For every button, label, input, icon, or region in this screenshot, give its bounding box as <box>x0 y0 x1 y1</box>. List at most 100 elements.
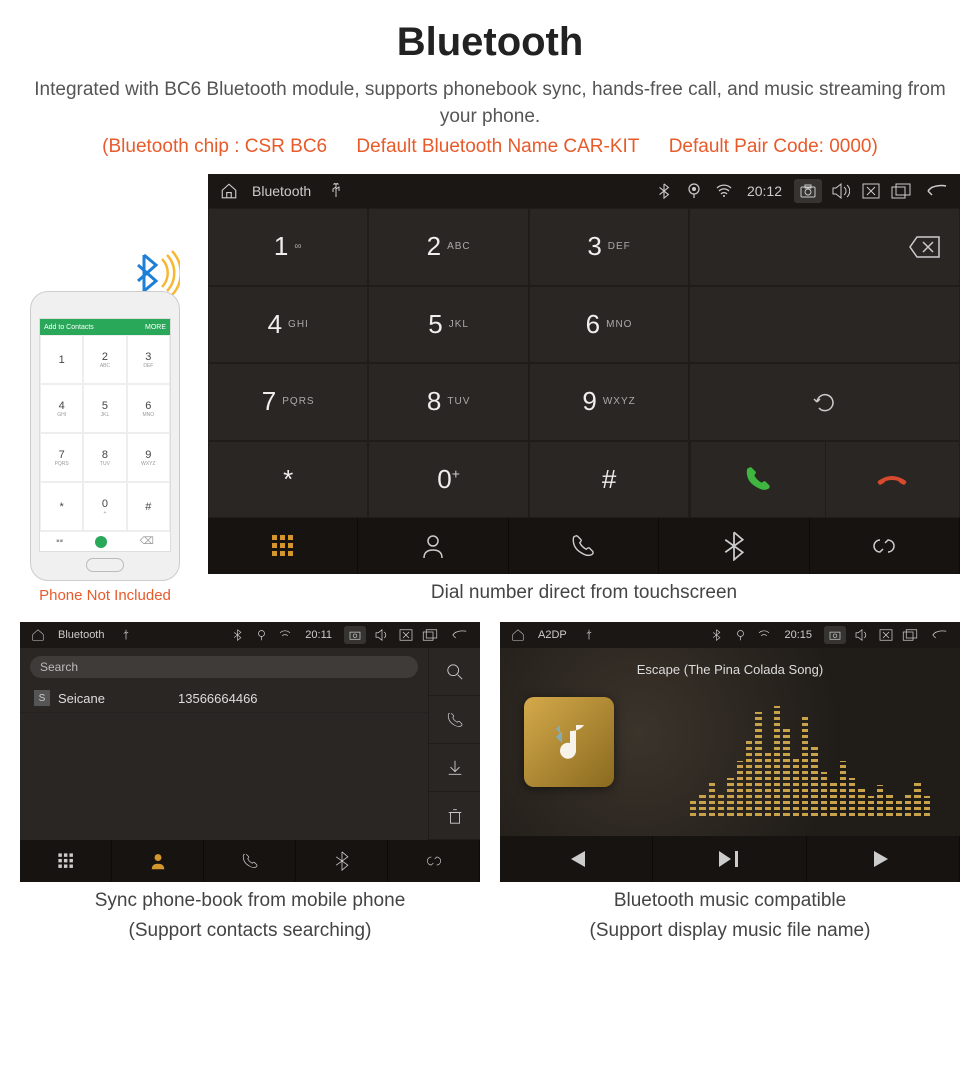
phone-video-icon: ▪▪ <box>56 536 63 547</box>
dialer-key-2[interactable]: 2ABC <box>368 208 528 286</box>
usb-icon <box>325 180 347 202</box>
wifi-icon <box>277 627 293 643</box>
recent-apps-icon[interactable] <box>902 627 918 643</box>
backspace-icon[interactable] <box>909 236 941 258</box>
dialer-key-#[interactable]: # <box>529 441 689 519</box>
phone-key: 8TUV <box>83 433 126 482</box>
hangup-button[interactable] <box>825 442 959 518</box>
phone-key: 1 <box>40 335 83 384</box>
statusbar-time: 20:11 <box>305 629 332 641</box>
dialer-key-8[interactable]: 8TUV <box>368 363 528 441</box>
dialer-key-0[interactable]: 0+ <box>368 441 528 519</box>
location-icon <box>253 627 269 643</box>
bt-specs: (Bluetooth chip : CSR BC6 Default Blueto… <box>20 136 960 158</box>
music-screen: A2DP 20:15 Escape (The Pina Colada Song) <box>500 622 960 882</box>
phone-call-icon <box>95 536 107 548</box>
screenshot-icon[interactable] <box>824 626 846 644</box>
close-app-icon[interactable] <box>860 180 882 202</box>
tab-contacts[interactable] <box>358 518 508 574</box>
contact-name: Seicane <box>58 691 178 706</box>
delete-icon[interactable] <box>429 792 480 840</box>
bluetooth-status-icon <box>229 627 245 643</box>
dialer-caption: Dial number direct from touchscreen <box>208 582 960 604</box>
phone-key: 3DEF <box>127 335 170 384</box>
spec-name: Default Bluetooth Name CAR-KIT <box>356 136 639 157</box>
tab-contacts[interactable] <box>112 840 204 882</box>
search-input[interactable]: Search <box>30 656 418 678</box>
tab-dialpad[interactable] <box>20 840 112 882</box>
statusbar-title: A2DP <box>538 629 567 641</box>
tab-pair[interactable] <box>810 518 960 574</box>
music-caption-2: (Support display music file name) <box>500 920 960 942</box>
screenshot-icon[interactable] <box>794 179 822 203</box>
volume-icon[interactable] <box>830 180 852 202</box>
recent-apps-icon[interactable] <box>422 627 438 643</box>
play-pause-button[interactable] <box>653 836 806 882</box>
song-title: Escape (The Pina Colada Song) <box>500 662 960 677</box>
search-placeholder: Search <box>40 660 78 674</box>
wifi-icon <box>713 180 735 202</box>
recent-apps-icon[interactable] <box>890 180 912 202</box>
tab-pair[interactable] <box>388 840 480 882</box>
statusbar-title: Bluetooth <box>58 629 104 641</box>
dial-row-2 <box>689 286 960 364</box>
home-icon[interactable] <box>510 627 526 643</box>
back-icon[interactable] <box>920 180 950 202</box>
bluetooth-status-icon <box>708 627 724 643</box>
phone-key: 5JKL <box>83 384 126 433</box>
dialer-key-9[interactable]: 9WXYZ <box>529 363 689 441</box>
tab-bluetooth[interactable] <box>659 518 809 574</box>
usb-icon <box>118 627 134 643</box>
contacts-caption-1: Sync phone-book from mobile phone <box>20 890 480 912</box>
phone-key: 2ABC <box>83 335 126 384</box>
tab-recent[interactable] <box>509 518 659 574</box>
phone-topbar-left: Add to Contacts <box>44 324 94 331</box>
dialer-key-3[interactable]: 3DEF <box>529 208 689 286</box>
phone-mock: Add to Contacts MORE 12ABC3DEF4GHI5JKL6M… <box>30 291 180 581</box>
prev-track-button[interactable] <box>500 836 653 882</box>
phone-topbar-right: MORE <box>145 324 166 331</box>
back-icon[interactable] <box>446 627 470 643</box>
refresh-button[interactable] <box>689 363 960 441</box>
screenshot-icon[interactable] <box>344 626 366 644</box>
dialer-key-*[interactable]: * <box>208 441 368 519</box>
next-track-button[interactable] <box>807 836 960 882</box>
dialer-key-5[interactable]: 5JKL <box>368 286 528 364</box>
home-icon[interactable] <box>218 180 240 202</box>
dialer-key-4[interactable]: 4GHI <box>208 286 368 364</box>
spec-code: Default Pair Code: 0000) <box>669 136 878 157</box>
sync-down-icon[interactable] <box>429 744 480 792</box>
close-app-icon[interactable] <box>398 627 414 643</box>
call-icon[interactable] <box>429 696 480 744</box>
album-art <box>524 697 614 787</box>
call-button[interactable] <box>690 442 824 518</box>
home-icon[interactable] <box>30 627 46 643</box>
volume-icon[interactable] <box>374 627 390 643</box>
contacts-caption-2: (Support contacts searching) <box>20 920 480 942</box>
music-caption-1: Bluetooth music compatible <box>500 890 960 912</box>
phone-key: 7PQRS <box>40 433 83 482</box>
dialer-key-6[interactable]: 6MNO <box>529 286 689 364</box>
close-app-icon[interactable] <box>878 627 894 643</box>
contact-row[interactable]: S Seicane 13566664466 <box>20 684 428 713</box>
dialer-key-7[interactable]: 7PQRS <box>208 363 368 441</box>
usb-icon <box>581 627 597 643</box>
phone-key: * <box>40 482 83 531</box>
page-title: Bluetooth <box>20 20 960 65</box>
statusbar-title: Bluetooth <box>252 183 311 199</box>
phone-key: 0+ <box>83 482 126 531</box>
statusbar-time: 20:12 <box>747 183 782 199</box>
back-icon[interactable] <box>926 627 950 643</box>
tab-dialpad[interactable] <box>208 518 358 574</box>
dialer-screen: Bluetooth 20:12 <box>208 174 960 574</box>
dialer-key-1[interactable]: 1∞ <box>208 208 368 286</box>
tab-bluetooth[interactable] <box>296 840 388 882</box>
page-subtitle: Integrated with BC6 Bluetooth module, su… <box>20 77 960 130</box>
phone-key: # <box>127 482 170 531</box>
volume-icon[interactable] <box>854 627 870 643</box>
search-icon[interactable] <box>429 648 480 696</box>
phone-key: 6MNO <box>127 384 170 433</box>
statusbar-time: 20:15 <box>784 629 812 641</box>
tab-recent[interactable] <box>204 840 296 882</box>
contact-badge: S <box>34 690 50 706</box>
